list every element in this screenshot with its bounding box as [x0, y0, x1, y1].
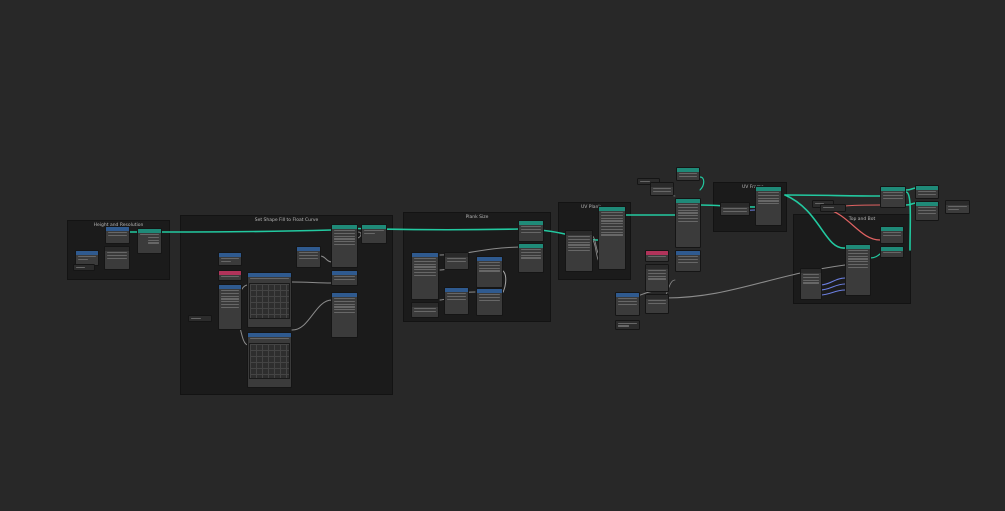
input-node[interactable]	[73, 264, 95, 271]
node[interactable]	[880, 226, 904, 244]
node[interactable]	[476, 288, 503, 316]
node[interactable]	[444, 287, 469, 315]
node[interactable]	[675, 250, 701, 272]
node[interactable]	[331, 224, 358, 268]
curve-widget[interactable]	[249, 283, 290, 319]
frame-note	[296, 340, 326, 370]
node[interactable]	[331, 292, 358, 338]
value-link	[291, 299, 333, 331]
curve-widget[interactable]	[249, 343, 290, 379]
geometry-link	[905, 191, 912, 251]
node[interactable]	[880, 186, 906, 208]
node[interactable]	[518, 220, 544, 242]
node[interactable]	[476, 256, 503, 288]
node[interactable]	[675, 198, 701, 248]
node[interactable]	[218, 252, 242, 266]
node[interactable]	[565, 230, 593, 272]
node[interactable]	[880, 246, 904, 258]
node[interactable]	[104, 246, 130, 270]
node[interactable]	[137, 228, 162, 254]
node[interactable]	[915, 185, 939, 199]
value-link	[291, 281, 333, 284]
node[interactable]	[518, 243, 544, 273]
node[interactable]	[645, 250, 669, 262]
node[interactable]	[296, 246, 321, 268]
input-node[interactable]	[820, 204, 846, 212]
node[interactable]	[645, 294, 669, 314]
geometry-link	[784, 194, 881, 197]
node[interactable]	[361, 224, 387, 244]
node[interactable]	[331, 270, 358, 286]
store-attribute-node[interactable]	[845, 244, 871, 296]
node[interactable]	[645, 264, 669, 292]
node[interactable]	[105, 226, 130, 244]
store-attribute-node[interactable]	[755, 186, 782, 226]
group-output-node[interactable]	[945, 200, 970, 214]
shader-link	[824, 207, 881, 241]
geometry-link	[699, 176, 705, 191]
node[interactable]	[800, 268, 822, 300]
node[interactable]	[720, 202, 750, 216]
node[interactable]	[915, 201, 939, 221]
node[interactable]	[444, 252, 469, 270]
store-attribute-node[interactable]	[598, 206, 626, 270]
node[interactable]	[218, 270, 242, 281]
node[interactable]	[218, 284, 242, 330]
node[interactable]	[650, 182, 674, 196]
node[interactable]	[411, 302, 439, 318]
node[interactable]	[411, 252, 439, 300]
node[interactable]	[615, 292, 640, 316]
input-node[interactable]	[188, 315, 212, 322]
node[interactable]	[676, 167, 700, 181]
node-editor-canvas[interactable]: Height and Resolution Set Shape Fill to …	[0, 0, 1005, 511]
vector-link	[819, 289, 846, 296]
input-node[interactable]	[615, 320, 640, 330]
